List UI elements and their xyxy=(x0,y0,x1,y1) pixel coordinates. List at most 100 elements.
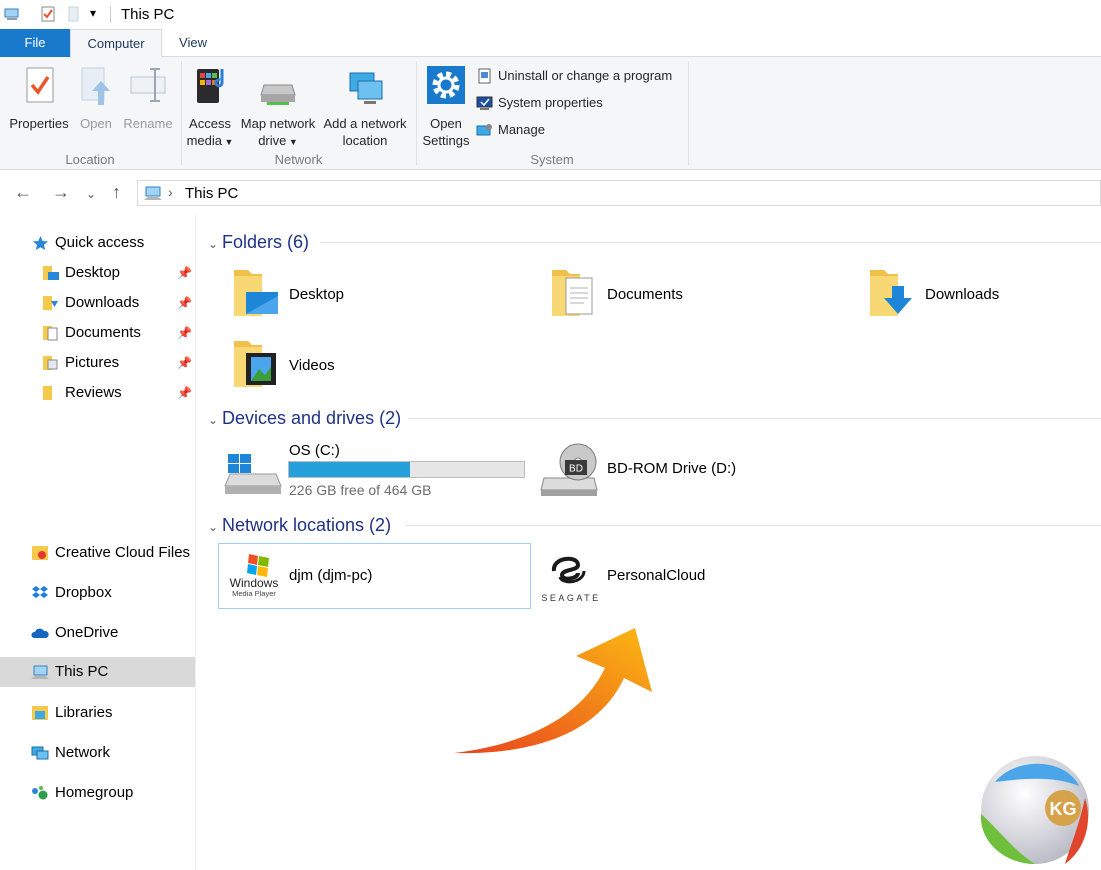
sidebar-item-network[interactable]: Network xyxy=(0,738,195,768)
drive-label: BD-ROM Drive (D:) xyxy=(607,460,737,477)
sidebar-item-label: Dropbox xyxy=(55,584,112,601)
libraries-icon xyxy=(32,706,48,720)
collapse-chevron-icon[interactable]: ⌄ xyxy=(208,515,222,539)
sidebar-item-onedrive[interactable]: OneDrive xyxy=(0,618,195,648)
wmp-line-2: Media Player xyxy=(232,589,276,598)
manage-icon xyxy=(476,124,492,136)
onedrive-cloud-icon xyxy=(31,628,49,638)
folder-item-videos[interactable]: Videos xyxy=(232,337,482,397)
watermark-text: KG xyxy=(1050,799,1077,819)
folder-label: Downloads xyxy=(925,286,1000,303)
homegroup-icon xyxy=(32,786,48,800)
wmp-line-1: Windows xyxy=(230,576,279,590)
desktop-folder-icon xyxy=(234,270,278,316)
system-group-label: System xyxy=(530,152,574,167)
title-divider xyxy=(110,6,111,23)
network-header-label: Network locations (2) xyxy=(222,515,392,535)
group-divider xyxy=(688,61,689,165)
breadcrumb-this-pc[interactable]: This PC xyxy=(185,185,238,202)
collapse-chevron-icon[interactable]: ⌄ xyxy=(208,408,222,432)
access-media-button[interactable]: Access media ▼ xyxy=(185,65,235,151)
sidebar-item-label: Network xyxy=(55,744,111,761)
sidebar-item-label: This PC xyxy=(55,663,109,680)
sidebar-item-reviews[interactable]: Reviews 📌 xyxy=(0,378,195,408)
forward-arrow-icon[interactable]: → xyxy=(52,182,70,203)
pin-icon[interactable]: 📌 xyxy=(177,288,192,318)
tab-computer[interactable]: Computer xyxy=(70,29,162,58)
creative-cloud-folder-icon xyxy=(32,546,48,560)
back-arrow-icon[interactable]: ← xyxy=(14,182,32,203)
new-folder-icon[interactable] xyxy=(66,6,82,22)
tab-view[interactable]: View xyxy=(162,29,224,57)
dropbox-icon xyxy=(32,586,48,598)
add-network-location-button[interactable]: Add a network location xyxy=(320,65,410,149)
pin-icon[interactable]: 📌 xyxy=(177,348,192,378)
pin-icon[interactable]: 📌 xyxy=(177,258,192,288)
properties-button[interactable]: Properties xyxy=(6,65,72,132)
recent-locations-chevron-icon[interactable]: ⌄ xyxy=(86,187,96,201)
collapse-chevron-icon[interactable]: ⌄ xyxy=(208,232,222,256)
group-divider xyxy=(416,61,417,165)
sidebar-item-label: Pictures xyxy=(65,354,120,371)
navigation-pane: Quick access Desktop 📌 Downloads 📌 Docum… xyxy=(0,215,196,870)
manage-label: Manage xyxy=(498,122,545,137)
pin-icon[interactable]: 📌 xyxy=(177,378,192,408)
folders-section-header[interactable]: ⌄ Folders (6) xyxy=(208,230,309,254)
sidebar-item-this-pc[interactable]: This PC xyxy=(0,657,195,687)
system-properties-button[interactable]: System properties xyxy=(476,93,603,113)
sidebar-item-downloads[interactable]: Downloads 📌 xyxy=(0,288,195,318)
window-title: This PC xyxy=(121,6,175,23)
sidebar-item-pictures[interactable]: Pictures 📌 xyxy=(0,348,195,378)
up-arrow-icon[interactable]: ↑ xyxy=(112,182,121,203)
drive-item-d[interactable]: BD BD-ROM Drive (D:) xyxy=(540,440,800,502)
folder-item-downloads[interactable]: Downloads xyxy=(868,266,1068,326)
section-divider xyxy=(406,525,1101,526)
sidebar-item-homegroup[interactable]: Homegroup xyxy=(0,778,195,808)
star-icon xyxy=(33,236,48,250)
properties-icon[interactable] xyxy=(40,6,56,22)
map-network-drive-button[interactable]: Map network drive ▼ xyxy=(238,65,318,151)
kg-watermark-logo: KG xyxy=(980,756,1089,864)
sidebar-item-label: Creative Cloud Files xyxy=(55,544,191,561)
manage-button[interactable]: Manage xyxy=(476,120,545,140)
folders-header-label: Folders (6) xyxy=(222,232,310,252)
videos-folder-icon xyxy=(234,341,276,387)
sidebar-item-dropbox[interactable]: Dropbox xyxy=(0,578,195,608)
downloads-folder-icon xyxy=(870,270,912,316)
open-settings-button[interactable]: Open Settings xyxy=(420,65,472,149)
network-group-label: Network xyxy=(274,152,323,167)
desktop-folder-icon xyxy=(43,266,59,280)
drive-usage-bar xyxy=(288,461,525,478)
ribbon-tabs: File Computer View xyxy=(0,29,1101,58)
media-icon xyxy=(197,69,224,103)
network-item-label: PersonalCloud xyxy=(607,567,706,584)
bd-badge: BD xyxy=(569,464,583,475)
title-bar: ▾ This PC xyxy=(0,0,1101,29)
pin-icon[interactable]: 📌 xyxy=(177,318,192,348)
rename-button[interactable]: Rename xyxy=(121,65,175,132)
access-media-label-2: media xyxy=(186,133,222,148)
documents-folder-icon xyxy=(43,326,58,341)
rename-icon xyxy=(130,68,166,102)
sidebar-item-label: Homegroup xyxy=(55,784,134,801)
sidebar-item-quick-access[interactable]: Quick access xyxy=(0,228,195,258)
sidebar-item-label: Documents xyxy=(65,324,141,341)
network-drive-icon xyxy=(260,84,296,105)
tab-file[interactable]: File xyxy=(0,29,70,57)
customize-quick-access-icon[interactable]: ▾ xyxy=(90,6,96,20)
annotation-arrow xyxy=(454,628,652,754)
uninstall-program-button[interactable]: Uninstall or change a program xyxy=(476,66,672,86)
network-item-personalcloud[interactable]: SEAGATE PersonalCloud xyxy=(538,545,758,607)
network-section-header[interactable]: ⌄ Network locations (2) xyxy=(208,513,391,537)
drives-section-header[interactable]: ⌄ Devices and drives (2) xyxy=(208,406,401,430)
address-bar[interactable]: › This PC xyxy=(137,180,1101,206)
sidebar-item-label: Reviews xyxy=(65,384,122,401)
folder-item-documents[interactable]: Documents xyxy=(550,266,800,326)
sidebar-item-creative-cloud[interactable]: Creative Cloud Files xyxy=(0,538,195,568)
folder-item-desktop[interactable]: Desktop xyxy=(232,266,482,326)
sidebar-item-documents[interactable]: Documents 📌 xyxy=(0,318,195,348)
open-button[interactable]: Open xyxy=(77,65,115,132)
sidebar-item-desktop[interactable]: Desktop 📌 xyxy=(0,258,195,288)
network-item-djm[interactable]: Windows Media Player djm (djm-pc) xyxy=(218,543,531,609)
sidebar-item-libraries[interactable]: Libraries xyxy=(0,698,195,728)
